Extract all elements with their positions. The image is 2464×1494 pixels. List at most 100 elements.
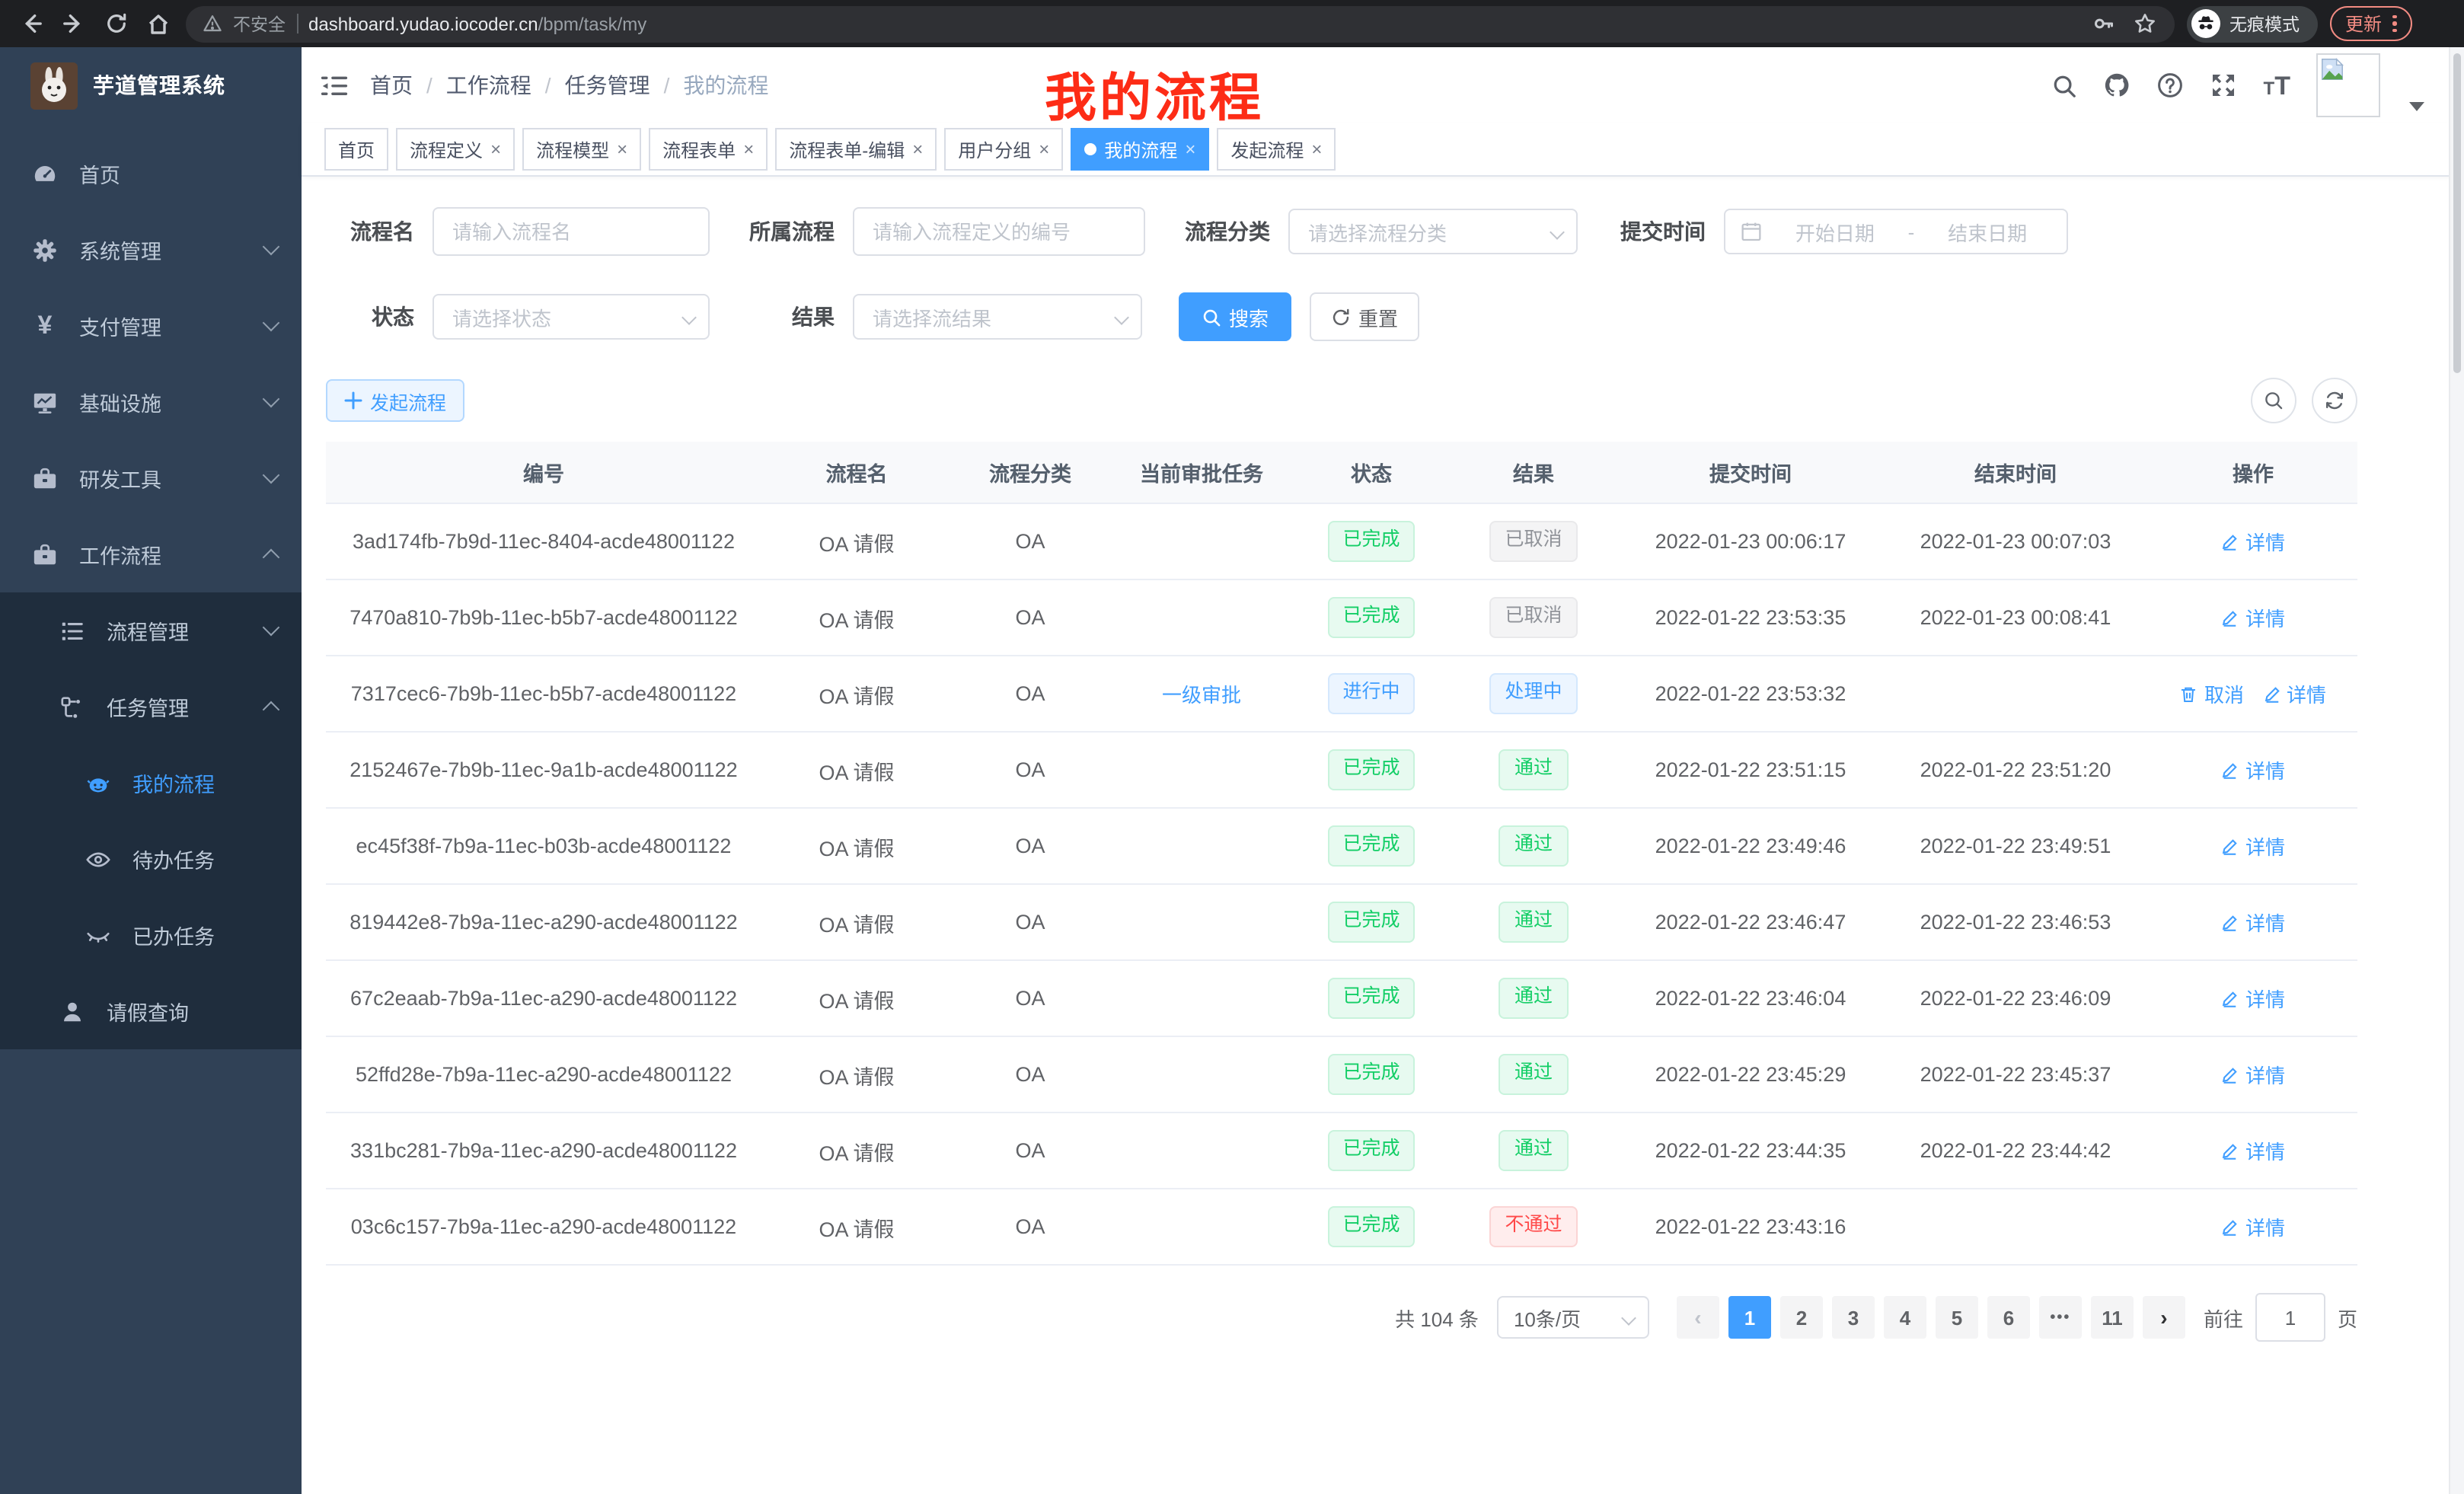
fullscreen-icon[interactable]	[2210, 72, 2238, 99]
breadcrumb-workflow[interactable]: 工作流程	[446, 70, 531, 101]
back-icon[interactable]	[15, 8, 46, 39]
forward-icon[interactable]	[58, 8, 88, 39]
page-url[interactable]: dashboard.yudao.iocoder.cn/bpm/task/my	[308, 13, 646, 34]
sidebar-item-payment[interactable]: ¥ 支付管理	[0, 288, 302, 364]
sidebar-item-system[interactable]: 系统管理	[0, 212, 302, 288]
result-select[interactable]: 请选择流结果	[853, 294, 1142, 340]
tab-close-icon[interactable]: ×	[743, 140, 754, 158]
tab[interactable]: 流程定义 ×	[396, 128, 515, 171]
page-number-button[interactable]: 4	[1884, 1296, 1926, 1339]
tab[interactable]: 用户分组 ×	[944, 128, 1063, 171]
home-icon[interactable]	[143, 8, 174, 39]
page-number-button[interactable]: 11	[2091, 1296, 2134, 1339]
show-search-toggle-button[interactable]	[2251, 378, 2296, 423]
detail-action-link[interactable]: 详情	[2221, 1136, 2285, 1165]
detail-action-link[interactable]: 详情	[2221, 603, 2285, 632]
cell-actions: 取消 详情	[2149, 679, 2357, 708]
tab[interactable]: 流程模型 ×	[522, 128, 641, 171]
password-key-icon[interactable]	[2088, 8, 2118, 39]
sidebar-item-process-mgmt[interactable]: 流程管理	[0, 592, 302, 669]
sidebar-item-leave-query[interactable]: 请假查询	[0, 973, 302, 1049]
start-date-placeholder[interactable]: 开始日期	[1771, 217, 1899, 246]
tab-close-icon[interactable]: ×	[1039, 140, 1049, 158]
security-label[interactable]: 不安全	[233, 11, 286, 36]
sidebar-item-todo-tasks[interactable]: 待办任务	[0, 821, 302, 897]
tab-close-icon[interactable]: ×	[1185, 140, 1195, 158]
next-page-button[interactable]: ›	[2143, 1296, 2185, 1339]
detail-action-link[interactable]: 详情	[2221, 1212, 2285, 1241]
create-process-button[interactable]: 发起流程	[326, 379, 464, 422]
browser-menu-icon[interactable]	[2392, 15, 2396, 33]
end-date-placeholder[interactable]: 结束日期	[1923, 217, 2051, 246]
status-select[interactable]: 请选择状态	[432, 294, 710, 340]
tab-close-icon[interactable]: ×	[617, 140, 627, 158]
reset-button[interactable]: 重置	[1310, 292, 1419, 341]
sidebar-item-task-mgmt[interactable]: 任务管理	[0, 669, 302, 745]
font-size-icon[interactable]: TT	[2264, 72, 2290, 98]
page-number-button[interactable]: 6	[1987, 1296, 2030, 1339]
sidebar-item-my-process[interactable]: 我的流程	[0, 745, 302, 821]
submit-time-range-picker[interactable]: 开始日期 - 结束日期	[1724, 209, 2068, 254]
scrollbar-thumb[interactable]	[2453, 53, 2460, 373]
column-header: 当前审批任务	[1109, 457, 1294, 487]
tab[interactable]: 首页 ×	[324, 128, 388, 171]
page-number-button[interactable]: •••	[2039, 1296, 2082, 1339]
sidebar-item-infra[interactable]: 基础设施	[0, 364, 302, 440]
app-logo-row[interactable]: 芋道管理系统	[0, 47, 302, 123]
tab[interactable]: 发起流程 ×	[1217, 128, 1336, 171]
breadcrumb-task-mgmt[interactable]: 任务管理	[565, 70, 650, 101]
page-number-button[interactable]: 5	[1936, 1296, 1978, 1339]
table-row: 67c2eaab-7b9a-11ec-a290-acde48001122 OA …	[326, 961, 2357, 1037]
tab[interactable]: 流程表单 ×	[649, 128, 768, 171]
avatar[interactable]	[2316, 53, 2380, 117]
search-button[interactable]: 搜索	[1179, 292, 1291, 341]
detail-action-link[interactable]: 详情	[2221, 832, 2285, 860]
table-row: 819442e8-7b9a-11ec-a290-acde48001122 OA …	[326, 885, 2357, 961]
table-body: 3ad174fb-7b9d-11ec-8404-acde48001122 OA …	[326, 504, 2357, 1266]
page-number-button[interactable]: 1	[1728, 1296, 1771, 1339]
refresh-table-button[interactable]	[2312, 378, 2357, 423]
cell-submit-time: 2022-01-22 23:49:46	[1619, 835, 1882, 857]
page-size-select[interactable]: 10条/页	[1497, 1296, 1649, 1339]
detail-action-link[interactable]: 详情	[2221, 908, 2285, 937]
address-bar[interactable]: 不安全 dashboard.yudao.iocoder.cn/bpm/task/…	[186, 5, 2175, 42]
sidebar-item-workflow[interactable]: 工作流程	[0, 516, 302, 592]
tab[interactable]: 我的流程 ×	[1071, 128, 1209, 171]
column-header: 流程名	[761, 457, 952, 487]
breadcrumb-home[interactable]: 首页	[370, 70, 413, 101]
detail-action-link[interactable]: 详情	[2221, 984, 2285, 1013]
category-select[interactable]: 请选择流程分类	[1288, 209, 1578, 254]
cell-category: OA	[952, 682, 1109, 705]
detail-action-link[interactable]: 详情	[2221, 1060, 2285, 1089]
browser-update-button[interactable]: 更新	[2330, 6, 2411, 41]
sidebar-item-home[interactable]: 首页	[0, 136, 302, 212]
detail-action-link[interactable]: 详情	[2262, 679, 2326, 708]
avatar-dropdown-caret-icon[interactable]	[2409, 102, 2424, 111]
breadcrumb: 首页 / 工作流程 / 任务管理 / 我的流程	[370, 70, 768, 101]
current-task-link[interactable]: 一级审批	[1162, 679, 1241, 708]
reload-icon[interactable]	[101, 8, 131, 39]
detail-action-link[interactable]: 详情	[2221, 527, 2285, 556]
cancel-action-link[interactable]: 取消	[2180, 679, 2244, 708]
process-name-input[interactable]	[432, 207, 710, 256]
detail-action-link[interactable]: 详情	[2221, 755, 2285, 784]
sidebar-collapse-icon[interactable]	[302, 71, 370, 100]
search-icon[interactable]	[2052, 72, 2078, 98]
goto-page-input[interactable]	[2255, 1293, 2325, 1342]
bookmark-star-icon[interactable]	[2129, 8, 2159, 39]
sidebar-item-devtools[interactable]: 研发工具	[0, 440, 302, 516]
process-definition-input[interactable]	[853, 207, 1145, 256]
trash-icon	[2180, 685, 2198, 703]
page-number-button[interactable]: 3	[1832, 1296, 1875, 1339]
tab[interactable]: 流程表单-编辑 ×	[775, 128, 937, 171]
tab-close-icon[interactable]: ×	[490, 140, 501, 158]
sidebar-item-done-tasks[interactable]: 已办任务	[0, 897, 302, 973]
page-scrollbar[interactable]	[2449, 47, 2464, 1494]
tab-close-icon[interactable]: ×	[1311, 140, 1322, 158]
edit-pen-icon	[2221, 989, 2239, 1007]
page-number-button[interactable]: 2	[1780, 1296, 1823, 1339]
tab-close-icon[interactable]: ×	[912, 140, 923, 158]
prev-page-button[interactable]: ‹	[1677, 1296, 1719, 1339]
help-icon[interactable]	[2157, 72, 2185, 99]
github-icon[interactable]	[2104, 72, 2131, 99]
